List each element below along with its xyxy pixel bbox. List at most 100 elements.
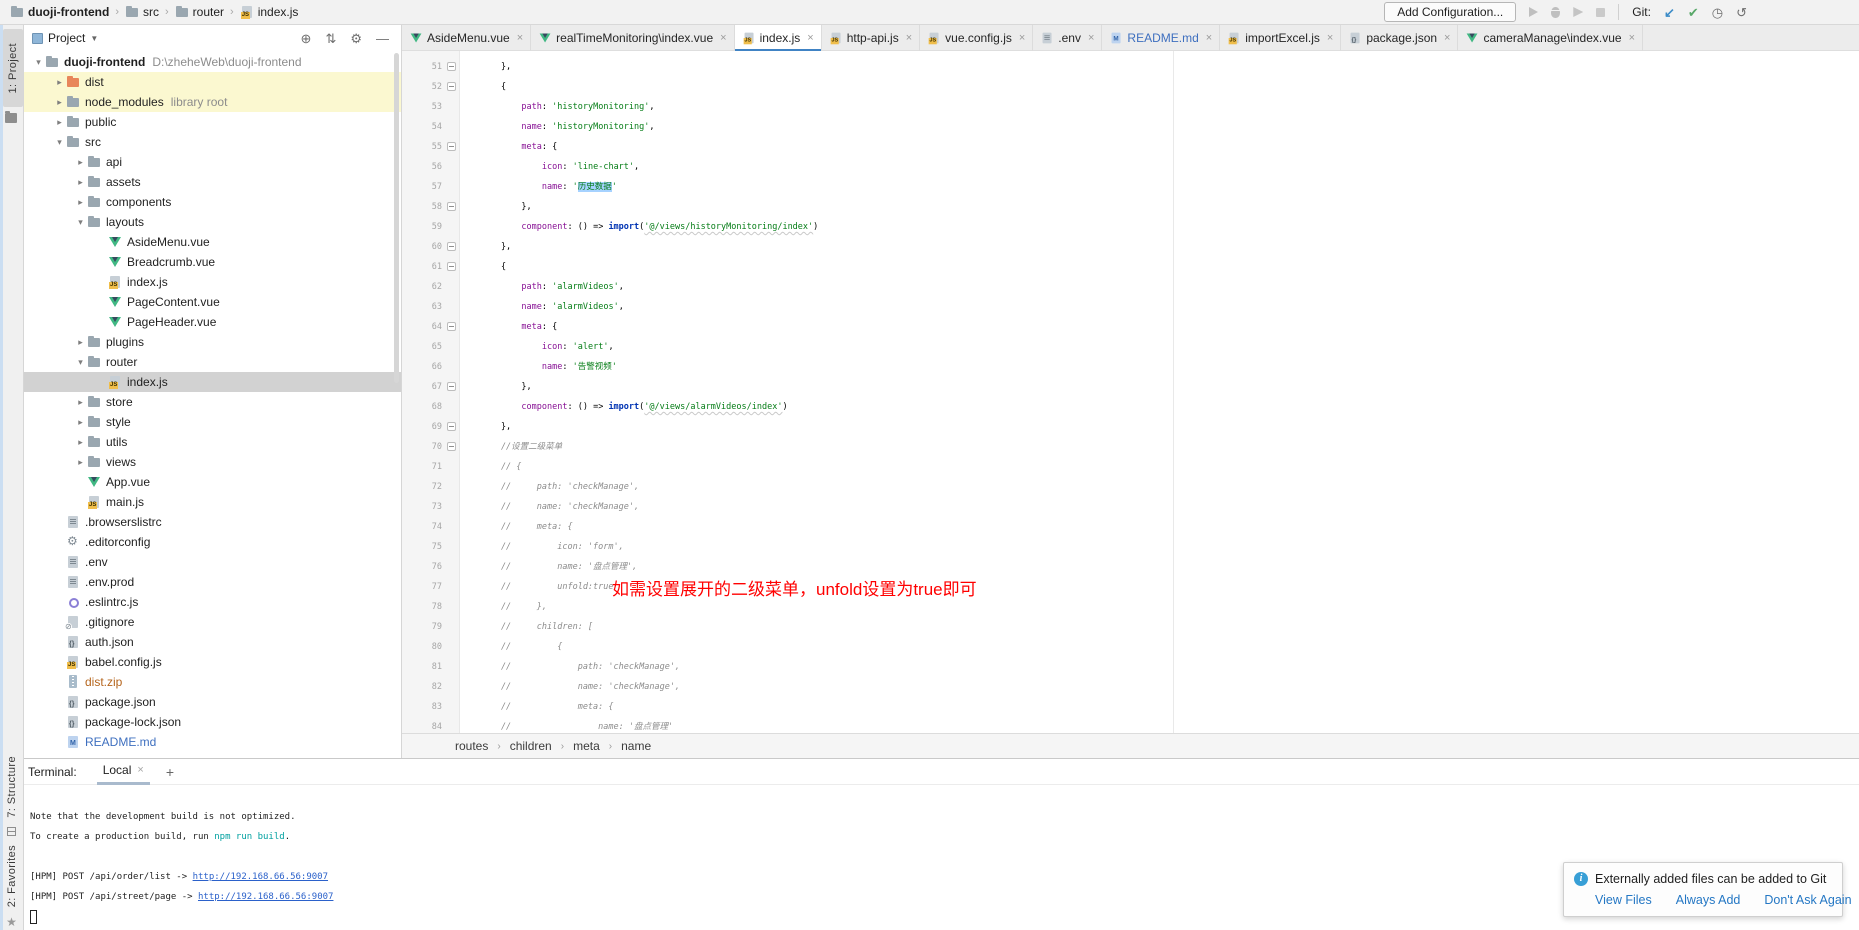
fold-icon[interactable] [447, 202, 456, 211]
tree-item[interactable]: .eslintrc.js [24, 592, 401, 612]
git-history-icon[interactable]: ◷ [1712, 6, 1723, 19]
fold-icon[interactable] [447, 62, 456, 71]
tree-item[interactable]: App.vue [24, 472, 401, 492]
code-editor[interactable]: 5152535455565758596061626364656667686970… [402, 51, 1859, 733]
chevron-icon[interactable]: ▸ [74, 157, 87, 168]
tab-close-icon[interactable]: × [906, 32, 912, 44]
editor-tab[interactable]: cameraManage\index.vue× [1458, 25, 1643, 51]
terminal-link[interactable]: http://192.168.66.56:9007 [193, 872, 328, 882]
editor-breadcrumb-item[interactable]: children [510, 739, 552, 753]
fold-icon[interactable] [447, 442, 456, 451]
tree-item[interactable]: PageHeader.vue [24, 312, 401, 332]
editor-tab[interactable]: http-api.js× [822, 25, 920, 51]
tab-close-icon[interactable]: × [1206, 32, 1212, 44]
tab-close-icon[interactable]: × [517, 32, 523, 44]
project-panel-title[interactable]: Project [48, 31, 85, 45]
editor-tab[interactable]: vue.config.js× [920, 25, 1033, 51]
fold-icon[interactable] [447, 382, 456, 391]
tree-item[interactable]: index.js [24, 272, 401, 292]
tree-item[interactable]: ▸assets [24, 172, 401, 192]
editor-tab[interactable]: realTimeMonitoring\index.vue× [531, 25, 734, 51]
terminal-tab-close-icon[interactable]: × [137, 764, 143, 776]
tree-item[interactable]: .env.prod [24, 572, 401, 592]
tool-button-favorites[interactable]: 2: Favorites [6, 845, 18, 907]
chevron-down-icon[interactable]: ▼ [90, 34, 98, 43]
editor-tab[interactable]: importExcel.js× [1220, 25, 1341, 51]
chevron-icon[interactable]: ▸ [74, 177, 87, 188]
terminal-tab-local[interactable]: Local × [97, 759, 150, 785]
tree-item[interactable]: ▾layouts [24, 212, 401, 232]
tab-close-icon[interactable]: × [1444, 32, 1450, 44]
new-terminal-icon[interactable]: + [166, 764, 174, 780]
tree-item[interactable]: ▸store [24, 392, 401, 412]
editor-tab[interactable]: index.js× [735, 25, 822, 51]
tab-close-icon[interactable]: × [1019, 32, 1025, 44]
editor-tab[interactable]: package.json× [1341, 25, 1458, 51]
fold-icon[interactable] [447, 242, 456, 251]
editor-tab[interactable]: AsideMenu.vue× [402, 25, 531, 51]
editor-tab[interactable]: .env× [1033, 25, 1102, 51]
tree-item[interactable]: ▸public [24, 112, 401, 132]
fold-icon[interactable] [447, 142, 456, 151]
tree-item[interactable]: Breadcrumb.vue [24, 252, 401, 272]
tree-item[interactable]: ▾router [24, 352, 401, 372]
chevron-icon[interactable]: ▸ [74, 397, 87, 408]
tree-item[interactable]: ▸dist [24, 72, 401, 92]
tree-item[interactable]: package.json [24, 692, 401, 712]
fold-icon[interactable] [447, 262, 456, 271]
tree-item[interactable]: ▸node_moduleslibrary root [24, 92, 401, 112]
fold-icon[interactable] [447, 322, 456, 331]
tree-item[interactable]: ▸utils [24, 432, 401, 452]
tab-close-icon[interactable]: × [720, 32, 726, 44]
chevron-icon[interactable]: ▸ [53, 77, 66, 88]
chevron-icon[interactable]: ▸ [74, 337, 87, 348]
tree-item[interactable]: AsideMenu.vue [24, 232, 401, 252]
add-configuration-button[interactable]: Add Configuration... [1384, 2, 1516, 22]
git-rollback-icon[interactable]: ↺ [1736, 6, 1747, 19]
chevron-icon[interactable]: ▸ [53, 97, 66, 108]
chevron-icon[interactable]: ▸ [74, 417, 87, 428]
editor-breadcrumb-item[interactable]: meta [573, 739, 600, 753]
collapse-all-icon[interactable]: ⇅ [325, 32, 336, 45]
tab-close-icon[interactable]: × [1629, 32, 1635, 44]
notification-action-link[interactable]: View Files [1595, 893, 1652, 907]
tab-close-icon[interactable]: × [807, 32, 813, 44]
fold-icon[interactable] [447, 422, 456, 431]
project-scrollbar[interactable] [394, 53, 399, 383]
notification-action-link[interactable]: Don't Ask Again [1764, 893, 1851, 907]
editor-breadcrumb-item[interactable]: name [621, 739, 651, 753]
code-area[interactable]: }, { path: 'historyMonitoring', name: 'h… [460, 51, 1859, 733]
chevron-icon[interactable]: ▾ [32, 57, 45, 68]
git-commit-icon[interactable]: ✔ [1688, 6, 1699, 19]
hide-panel-icon[interactable]: — [376, 32, 389, 45]
tree-item[interactable]: ▸style [24, 412, 401, 432]
tree-item[interactable]: ▸api [24, 152, 401, 172]
chevron-icon[interactable]: ▸ [53, 117, 66, 128]
tree-item[interactable]: ▾src [24, 132, 401, 152]
tree-item[interactable]: README.md [24, 732, 401, 752]
tree-item[interactable]: dist.zip [24, 672, 401, 692]
editor-tab[interactable]: README.md× [1102, 25, 1220, 51]
tree-item[interactable]: PageContent.vue [24, 292, 401, 312]
tree-item[interactable]: auth.json [24, 632, 401, 652]
tab-close-icon[interactable]: × [1327, 32, 1333, 44]
notification-action-link[interactable]: Always Add [1676, 893, 1741, 907]
breadcrumb-item[interactable]: index.js [240, 5, 299, 19]
chevron-icon[interactable]: ▾ [53, 137, 66, 148]
fold-icon[interactable] [447, 82, 456, 91]
tree-item[interactable]: .gitignore [24, 612, 401, 632]
tree-item[interactable]: package-lock.json [24, 712, 401, 732]
terminal-link[interactable]: http://192.168.66.56:9007 [198, 892, 333, 902]
chevron-icon[interactable]: ▾ [74, 357, 87, 368]
tree-item[interactable]: ▾duoji-frontendD:\zheheWeb\duoji-fronten… [24, 52, 401, 72]
tree-item[interactable]: ▸plugins [24, 332, 401, 352]
breadcrumb-item[interactable]: duoji-frontend [10, 5, 109, 19]
tool-button-structure[interactable]: 7: Structure [6, 756, 18, 818]
breadcrumb-item[interactable]: src [125, 5, 159, 19]
editor-breadcrumb-item[interactable]: routes [455, 739, 488, 753]
git-update-icon[interactable]: ↙ [1664, 6, 1675, 19]
chevron-icon[interactable]: ▸ [74, 457, 87, 468]
tree-item[interactable]: ▸components [24, 192, 401, 212]
tree-item[interactable]: .env [24, 552, 401, 572]
chevron-icon[interactable]: ▾ [74, 217, 87, 228]
